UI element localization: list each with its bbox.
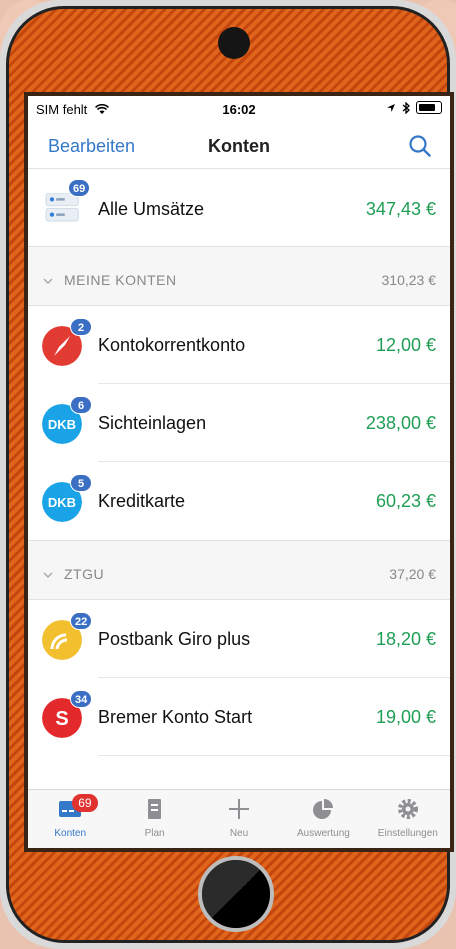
account-row[interactable]: DKB 6 Sichteinlagen 238,00 € [28, 384, 450, 462]
svg-text:DKB: DKB [48, 495, 76, 510]
account-name: Kontokorrentkonto [98, 335, 246, 355]
tab-plan[interactable]: Plan [112, 790, 196, 848]
account-amount: 238,00 € [365, 413, 436, 433]
tab-bar: 69 Konten Plan Neu Auswertung Einstellun… [28, 789, 450, 848]
svg-text:DKB: DKB [48, 417, 76, 432]
location-icon [387, 103, 395, 112]
row-label: Alle Umsätze [98, 199, 205, 219]
pie-chart-icon [313, 799, 334, 819]
tab-label: Einstellungen [377, 828, 438, 839]
tab-auswertung[interactable]: Auswertung [281, 790, 365, 848]
status-icons [386, 101, 442, 114]
page-title: Konten [208, 136, 270, 156]
battery-icon [416, 101, 442, 114]
camera-icon [218, 27, 250, 59]
tab-konten[interactable]: 69 Konten [28, 790, 112, 848]
tab-label: Plan [144, 828, 165, 839]
account-row[interactable]: S 34 Bremer Konto Start 19,00 € [28, 678, 450, 756]
count-badge: 5 [70, 474, 92, 492]
section-title: MEINE KONTEN [64, 272, 177, 288]
tab-badge: 69 [71, 794, 98, 812]
search-icon[interactable] [408, 134, 432, 158]
account-row[interactable]: 2 Kontokorrentkonto 12,00 € [28, 306, 450, 384]
account-name: Kreditkarte [98, 491, 186, 511]
all-transactions-row[interactable]: 69 Alle Umsätze 347,43 € [28, 169, 450, 247]
row-amount: 347,43 € [365, 199, 436, 219]
plan-icon [147, 799, 161, 819]
app-screen: SIM fehlt 16:02 Bearbeiten Konten 69 All… [24, 92, 454, 852]
count-badge: 6 [70, 396, 92, 414]
account-amount: 18,20 € [375, 629, 436, 649]
section-header-meine-konten[interactable]: MEINE KONTEN 310,23 € [28, 247, 450, 306]
section-total: 37,20 € [389, 566, 436, 582]
tab-label: Neu [229, 828, 249, 839]
tab-label: Auswertung [297, 828, 350, 839]
section-header-ztgu[interactable]: ZTGU 37,20 € [28, 541, 450, 600]
account-amount: 60,23 € [375, 491, 436, 511]
count-badge: 2 [70, 318, 92, 336]
phone-frame: SIM fehlt 16:02 Bearbeiten Konten 69 All… [0, 0, 456, 949]
account-name: Postbank Giro plus [98, 629, 251, 649]
all-accounts-icon [45, 193, 79, 222]
account-amount: 12,00 € [375, 335, 436, 355]
count-badge: 22 [70, 612, 93, 630]
account-amount: 19,00 € [375, 707, 436, 727]
tab-label: Konten [54, 828, 87, 839]
account-row[interactable]: DKB 5 Kreditkarte 60,23 € [28, 462, 450, 541]
tab-einstellungen[interactable]: Einstellungen [366, 790, 450, 848]
section-total: 310,23 € [381, 272, 437, 288]
gear-icon [397, 799, 418, 819]
account-name: Sichteinlagen [98, 413, 207, 433]
tab-neu[interactable]: Neu [197, 790, 281, 848]
navigation-bar: Bearbeiten Konten [28, 122, 450, 169]
divider [98, 755, 450, 756]
count-badge: 69 [68, 179, 91, 197]
chevron-down-icon [43, 572, 53, 579]
bluetooth-icon [402, 101, 410, 114]
svg-text:S: S [55, 708, 68, 730]
home-button[interactable] [198, 856, 274, 932]
account-name: Bremer Konto Start [98, 707, 253, 727]
chevron-down-icon [43, 278, 53, 285]
status-bar: SIM fehlt 16:02 [28, 96, 450, 122]
account-row[interactable]: 22 Postbank Giro plus 18,20 € [28, 600, 450, 678]
section-title: ZTGU [64, 566, 105, 582]
plus-icon [229, 799, 250, 819]
count-badge: 34 [70, 690, 93, 708]
